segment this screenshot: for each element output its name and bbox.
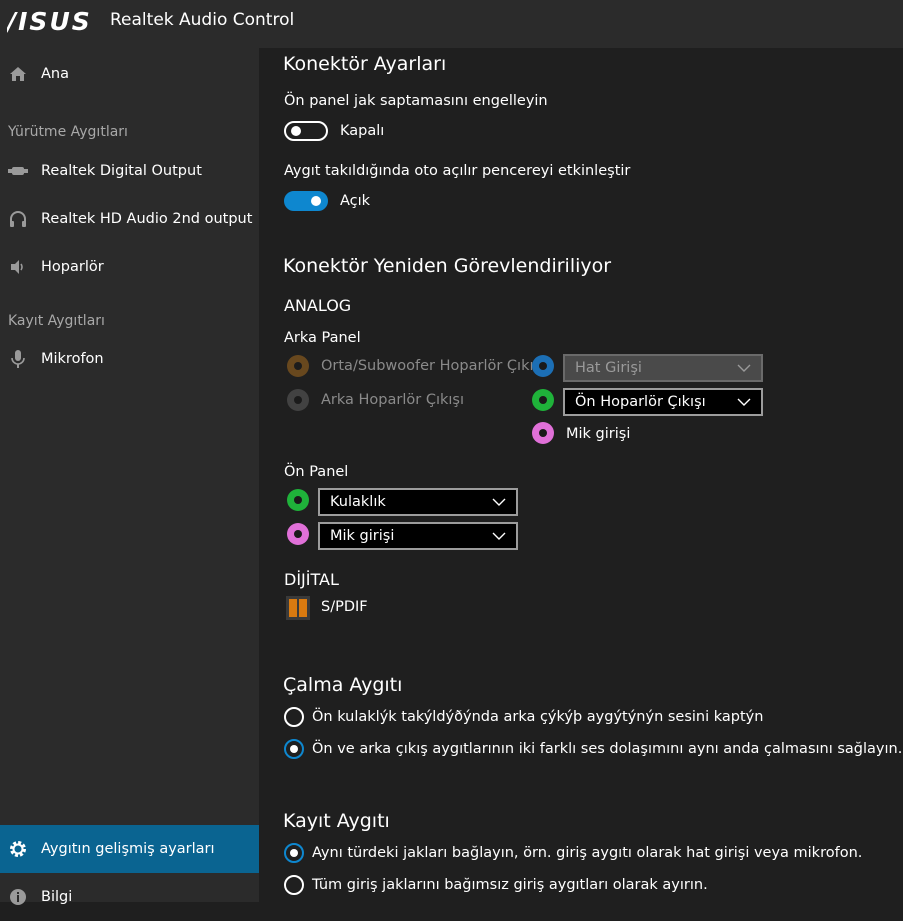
recording-device-title: Kayıt Aygıtı bbox=[283, 810, 390, 832]
svg-text:/ISUS: /ISUS bbox=[7, 8, 92, 34]
front-speaker-jack bbox=[532, 389, 554, 411]
mic-in-jack bbox=[532, 422, 554, 444]
asus-logo: /ISUS bbox=[4, 7, 93, 41]
chevron-down-icon bbox=[492, 526, 506, 550]
digital-header: DİJİTAL bbox=[284, 570, 339, 589]
sidebar-item-label: Mikrofon bbox=[41, 351, 104, 367]
rear-mic-label: Mik girişi bbox=[566, 426, 631, 442]
auto-popup-label: Aygıt takıldığında oto açılır pencereyi … bbox=[284, 163, 631, 179]
connector-settings-title: Konektör Ayarları bbox=[283, 53, 447, 75]
front-panel-header: Ön Panel bbox=[284, 464, 349, 480]
speaker-icon bbox=[8, 257, 28, 277]
front-headphone-select[interactable]: Kulaklık bbox=[318, 488, 518, 516]
sidebar: Ana Yürütme Aygıtları Realtek Digital Ou… bbox=[0, 48, 259, 905]
front-jack-detection-label: Ön panel jak saptamasını engelleyin bbox=[284, 93, 548, 109]
gear-icon bbox=[8, 839, 28, 859]
rear-panel-header: Arka Panel bbox=[284, 330, 361, 346]
analog-header: ANALOG bbox=[284, 296, 352, 315]
center-subwoofer-label: Orta/Subwoofer Hoparlör Çıkışı bbox=[321, 358, 546, 374]
line-in-select[interactable]: Hat Girişi bbox=[563, 354, 763, 382]
center-subwoofer-jack bbox=[287, 355, 309, 377]
info-icon bbox=[8, 887, 28, 907]
sidebar-item-label: Realtek Digital Output bbox=[41, 163, 202, 179]
recording-option-tie-jacks-label: Aynı türdeki jakları bağlayın, örn. giri… bbox=[312, 845, 863, 861]
retasking-title: Konektör Yeniden Görevlendiriliyor bbox=[283, 255, 612, 277]
chevron-down-icon bbox=[737, 358, 751, 382]
sidebar-item-info[interactable]: Bilgi bbox=[0, 873, 259, 921]
front-jack-detection-state: Kapalı bbox=[340, 123, 385, 139]
sidebar-item-label: Ana bbox=[41, 66, 69, 82]
recording-devices-header: Kayıt Aygıtları bbox=[8, 313, 105, 329]
rear-speaker-jack bbox=[287, 389, 309, 411]
sidebar-item-label: Aygıtın gelişmiş ayarları bbox=[41, 841, 215, 857]
front-jack-detection-toggle[interactable] bbox=[284, 121, 328, 141]
headphones-icon bbox=[8, 209, 28, 229]
recording-option-separate-jacks-radio[interactable] bbox=[284, 875, 304, 895]
sidebar-item-hd-audio-2nd-output[interactable]: Realtek HD Audio 2nd output bbox=[0, 195, 259, 243]
sidebar-item-label: Hoparlör bbox=[41, 259, 104, 275]
sidebar-item-label: Bilgi bbox=[41, 889, 73, 905]
front-mic-select[interactable]: Mik girişi bbox=[318, 522, 518, 550]
front-speaker-select[interactable]: Ön Hoparlör Çıkışı bbox=[563, 388, 763, 416]
playback-device-title: Çalma Aygıtı bbox=[283, 674, 403, 696]
sidebar-item-home[interactable]: Ana bbox=[0, 50, 259, 98]
recording-option-separate-jacks-label: Tüm giriş jaklarını bağımsız giriş aygıt… bbox=[312, 877, 708, 893]
front-mic-jack bbox=[287, 523, 309, 545]
sidebar-item-advanced-settings[interactable]: Aygıtın gelişmiş ayarları bbox=[0, 825, 259, 873]
digital-output-icon bbox=[8, 161, 28, 181]
sidebar-item-microphone[interactable]: Mikrofon bbox=[0, 335, 259, 383]
playback-option-mute-rear-radio[interactable] bbox=[284, 707, 304, 727]
chevron-down-icon bbox=[492, 492, 506, 516]
front-headphone-jack bbox=[287, 489, 309, 511]
main-content: Konektör Ayarları Ön panel jak saptaması… bbox=[259, 48, 903, 902]
playback-devices-header: Yürütme Aygıtları bbox=[8, 124, 128, 140]
playback-option-mute-rear-label: Ön kulaklýk takýldýðýnda arka çýkýþ aygý… bbox=[312, 709, 764, 725]
auto-popup-state: Açık bbox=[340, 193, 371, 209]
chevron-down-icon bbox=[737, 392, 751, 416]
playback-option-dual-stream-label: Ön ve arka çıkış aygıtlarının iki farklı… bbox=[312, 741, 903, 757]
spdif-icon bbox=[286, 596, 310, 624]
auto-popup-toggle[interactable] bbox=[284, 191, 328, 211]
microphone-icon bbox=[8, 349, 28, 369]
home-icon bbox=[8, 64, 28, 84]
sidebar-item-digital-output[interactable]: Realtek Digital Output bbox=[0, 147, 259, 195]
sidebar-item-label: Realtek HD Audio 2nd output bbox=[41, 211, 253, 227]
sidebar-item-speaker[interactable]: Hoparlör bbox=[0, 243, 259, 291]
rear-speaker-label: Arka Hoparlör Çıkışı bbox=[321, 392, 464, 408]
spdif-label: S/PDIF bbox=[321, 599, 368, 615]
title-bar: /ISUS Realtek Audio Control bbox=[0, 0, 903, 48]
playback-option-dual-stream-radio[interactable] bbox=[284, 739, 304, 759]
window-title: Realtek Audio Control bbox=[110, 10, 295, 30]
line-in-jack bbox=[532, 355, 554, 377]
recording-option-tie-jacks-radio[interactable] bbox=[284, 843, 304, 863]
